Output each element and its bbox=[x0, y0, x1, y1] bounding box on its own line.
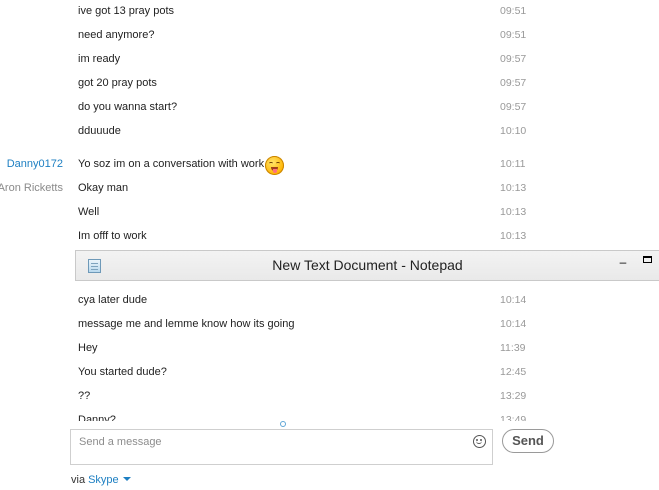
emoticon-picker-icon[interactable] bbox=[473, 435, 486, 448]
message-time: 13:49 bbox=[500, 414, 527, 421]
message-row: Danny? 13:49 bbox=[0, 410, 659, 421]
message-time: 10:13 bbox=[500, 230, 527, 242]
message-text: ive got 13 pray pots bbox=[78, 5, 175, 17]
message-text: You started dude? bbox=[78, 366, 167, 378]
skype-link[interactable]: Skype bbox=[88, 474, 119, 486]
message-row: Im offf to work 10:13 bbox=[0, 226, 659, 246]
minimize-button[interactable]: – bbox=[616, 255, 630, 269]
message-text: need anymore? bbox=[78, 29, 155, 41]
notepad-title: New Text Document - Notepad bbox=[272, 257, 463, 273]
message-time: 10:14 bbox=[500, 318, 527, 330]
message-row: got 20 pray pots 09:57 bbox=[0, 73, 659, 93]
message-row: ?? 13:29 bbox=[0, 386, 659, 406]
message-text: cya later dude bbox=[78, 294, 148, 306]
message-text: got 20 pray pots bbox=[78, 77, 157, 89]
via-label: via bbox=[71, 474, 86, 486]
sender-name-aron[interactable]: Aron Ricketts bbox=[0, 178, 63, 198]
message-time: 10:13 bbox=[500, 182, 527, 194]
message-text: im ready bbox=[78, 53, 121, 65]
message-row: You started dude? 12:45 bbox=[0, 362, 659, 382]
via-skype-selector[interactable]: via Skype bbox=[71, 472, 131, 488]
message-row: Hey 11:39 bbox=[0, 338, 659, 358]
message-text: Okay man bbox=[78, 182, 129, 194]
message-text: Hey bbox=[78, 342, 98, 354]
message-text: ?? bbox=[78, 390, 91, 402]
message-time: 10:14 bbox=[500, 294, 527, 306]
message-row: Aron Ricketts Okay man 10:13 bbox=[0, 178, 659, 198]
sender-name-danny[interactable]: Danny0172 bbox=[7, 154, 63, 174]
message-row: Well 10:13 bbox=[0, 202, 659, 222]
message-time: 09:57 bbox=[500, 101, 527, 113]
message-time: 12:45 bbox=[500, 366, 527, 378]
message-input[interactable] bbox=[79, 433, 459, 451]
send-button[interactable]: Send bbox=[502, 429, 554, 453]
chevron-down-icon[interactable] bbox=[122, 477, 131, 481]
message-row: need anymore? 09:51 bbox=[0, 25, 659, 45]
maximize-button[interactable] bbox=[643, 256, 652, 263]
message-row: dduuude 10:10 bbox=[0, 121, 659, 141]
message-time: 09:51 bbox=[500, 5, 527, 17]
message-time: 09:51 bbox=[500, 29, 527, 41]
message-text: dduuude bbox=[78, 125, 121, 137]
message-time: 10:13 bbox=[500, 206, 527, 218]
message-text: Yo soz im on a conversation with work bbox=[78, 154, 285, 175]
message-time: 13:29 bbox=[500, 390, 527, 402]
scroll-indicator[interactable] bbox=[280, 421, 286, 427]
message-row: ive got 13 pray pots 09:51 bbox=[0, 1, 659, 21]
message-row: do you wanna start? 09:57 bbox=[0, 97, 659, 117]
message-row: im ready 09:57 bbox=[0, 49, 659, 69]
message-text: do you wanna start? bbox=[78, 101, 178, 113]
message-text-content: Yo soz im on a conversation with work bbox=[78, 158, 265, 170]
message-time: 09:57 bbox=[500, 77, 527, 89]
message-text: Well bbox=[78, 206, 100, 218]
message-row: cya later dude 10:14 bbox=[0, 290, 659, 310]
message-time: 10:11 bbox=[500, 158, 526, 170]
message-row: message me and lemme know how its going … bbox=[0, 314, 659, 334]
notepad-window-bar[interactable]: New Text Document - Notepad – bbox=[75, 250, 659, 281]
message-composer bbox=[70, 429, 493, 465]
message-text: message me and lemme know how its going bbox=[78, 318, 295, 330]
message-time: 09:57 bbox=[500, 53, 527, 65]
message-row: Danny0172 Yo soz im on a conversation wi… bbox=[0, 154, 659, 175]
message-text: Im offf to work bbox=[78, 230, 147, 242]
message-time: 11:39 bbox=[500, 342, 526, 354]
message-text: Danny? bbox=[78, 414, 116, 421]
message-time: 10:10 bbox=[500, 125, 527, 137]
tongue-out-smiley-icon bbox=[265, 156, 285, 175]
